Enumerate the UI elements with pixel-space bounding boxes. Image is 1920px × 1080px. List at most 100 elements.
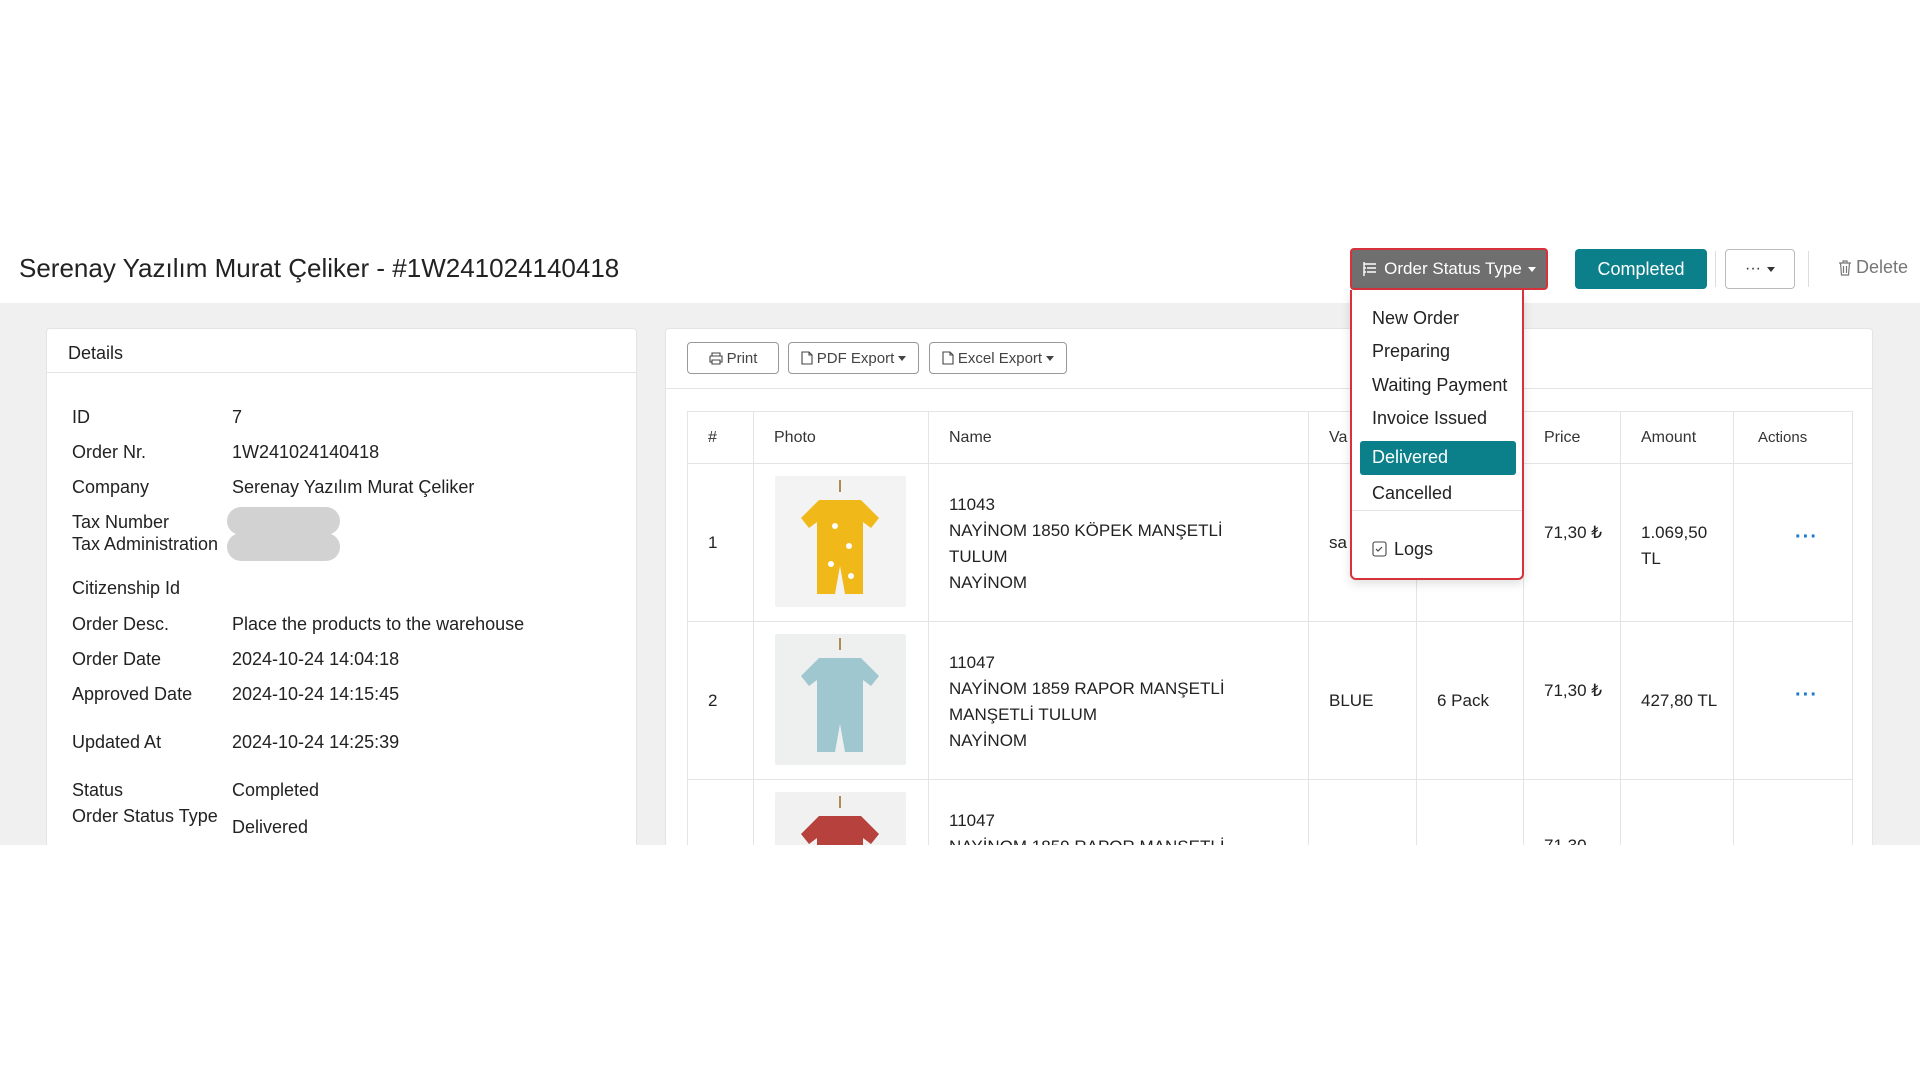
redacted-value [227, 533, 340, 561]
romper-image [801, 796, 879, 845]
col-header-name: Name [949, 429, 992, 446]
product-photo [775, 792, 906, 845]
detail-value: Delivered [232, 817, 309, 837]
detail-key: Tax Administration [72, 534, 219, 554]
order-status-type-button[interactable]: Order Status Type [1350, 248, 1548, 290]
product-amount: 427,80 TL [1641, 691, 1718, 710]
menu-item-logs[interactable]: Logs [1360, 532, 1516, 566]
menu-item-invoice-issued[interactable]: Invoice Issued [1360, 402, 1516, 436]
product-name: NAYİNOM 1859 RAPOR MANŞETLİ [949, 834, 1225, 845]
column-divider [753, 412, 754, 845]
detail-key: Status [72, 780, 124, 800]
detail-value: 7 [232, 407, 243, 427]
detail-value: Serenay Yazılım Murat Çeliker [232, 477, 475, 497]
column-divider [928, 412, 929, 845]
product-name-cell: 11043 NAYİNOM 1850 KÖPEK MANŞETLİ TULUM … [949, 492, 1249, 621]
menu-item-waiting-payment[interactable]: Waiting Payment [1360, 369, 1516, 403]
col-header-price: Price [1544, 429, 1581, 446]
product-code: 11047 [949, 653, 996, 672]
table-row: 2 11047 NAYİNOM 1859 RAPOR MANŞETLİ MANŞ… [688, 622, 1852, 780]
product-name-cell: 11047 NAYİNOM 1859 RAPOR MANŞETLİ [949, 808, 1225, 845]
pdf-export-label: PDF Export [816, 349, 895, 367]
product-pack: 6 Pack [1437, 691, 1489, 710]
detail-key: Tax Number [72, 512, 170, 532]
row-number: 1 [708, 533, 718, 552]
order-items-table: # Photo Name Va Price Amount Actions 1 1… [687, 411, 1853, 845]
product-brand: NAYİNOM [949, 731, 1028, 750]
printer-icon [709, 351, 723, 365]
more-actions-button[interactable]: ··· [1725, 249, 1795, 289]
col-header-variant: Va [1329, 429, 1348, 446]
pdf-export-button[interactable]: PDF Export [788, 342, 919, 374]
product-name: NAYİNOM 1859 RAPOR MANŞETLİ MANŞETLİ TUL… [949, 679, 1225, 724]
excel-export-button[interactable]: Excel Export [929, 342, 1067, 374]
col-header-amount: Amount [1641, 429, 1697, 446]
product-variant: sa [1329, 533, 1347, 552]
redacted-value [227, 507, 340, 535]
detail-key: Approved Date [72, 684, 193, 704]
order-items-card: Print PDF Export Excel Export # Photo Na… [665, 328, 1873, 845]
order-status-dropdown: New Order Preparing Waiting Payment Invo… [1350, 290, 1524, 580]
table-row: 1 11043 NAYİNOM 1850 KÖPEK MANŞETLİ TULU… [688, 464, 1852, 622]
row-actions-menu[interactable]: ··· [1795, 684, 1818, 779]
product-code: 11047 [949, 811, 996, 830]
detail-key: Order Desc. [72, 614, 170, 634]
order-status-type-label: Order Status Type [1384, 259, 1522, 278]
detail-value: 2024-10-24 14:04:18 [232, 649, 400, 669]
product-price: 71,30 ₺ [1544, 681, 1603, 700]
detail-key: ID [72, 407, 90, 427]
product-photo [775, 476, 906, 607]
excel-export-label: Excel Export [957, 349, 1043, 367]
chevron-down-icon [1046, 355, 1055, 361]
page-header: Serenay Yazılım Murat Çeliker - #1W24102… [0, 231, 1920, 303]
detail-value: Place the products to the warehouse [232, 614, 525, 634]
pdf-file-icon [801, 351, 813, 365]
print-button[interactable]: Print [687, 342, 779, 374]
file-icon [942, 351, 954, 365]
delete-button[interactable]: Delete [1838, 257, 1908, 278]
detail-key: Order Nr. [72, 442, 147, 462]
menu-item-delivered[interactable]: Delivered [1360, 441, 1516, 475]
table-row: 11047 NAYİNOM 1859 RAPOR MANŞETLİ 71,30 [688, 780, 1852, 845]
menu-item-new-order[interactable]: New Order [1360, 302, 1516, 336]
product-price: 71,30 [1544, 836, 1587, 845]
detail-key: Citizenship Id [72, 578, 181, 598]
table-header-row: # Photo Name Va Price Amount Actions [688, 412, 1852, 464]
product-name: NAYİNOM 1850 KÖPEK MANŞETLİ TULUM [949, 521, 1223, 566]
detail-key: Updated At [72, 732, 162, 752]
details-card: Details ID 7 Order Nr. 1W241024140418 Co… [46, 328, 637, 845]
divider [1808, 251, 1809, 287]
product-photo [775, 634, 906, 765]
completed-button[interactable]: Completed [1575, 249, 1707, 289]
detail-key: Company [72, 477, 150, 497]
column-divider [1620, 412, 1621, 845]
print-label: Print [726, 349, 758, 367]
detail-value: 1W241024140418 [232, 442, 380, 462]
col-header-actions: Actions [1758, 429, 1808, 446]
column-divider [1308, 412, 1309, 845]
romper-image [801, 480, 879, 594]
product-brand: NAYİNOM [949, 573, 1028, 592]
product-amount: 1.069,50 TL [1641, 523, 1708, 568]
logs-label: Logs [1394, 538, 1434, 559]
detail-key: Order Date [72, 649, 162, 669]
divider [1715, 251, 1716, 287]
product-name-cell: 11047 NAYİNOM 1859 RAPOR MANŞETLİ MANŞET… [949, 650, 1249, 779]
col-header-photo: Photo [774, 429, 816, 446]
col-header-num: # [708, 429, 717, 446]
product-price: 71,30 ₺ [1544, 523, 1603, 542]
product-variant: BLUE [1329, 691, 1374, 710]
page-title: Serenay Yazılım Murat Çeliker - #1W24102… [19, 253, 620, 283]
row-actions-menu[interactable]: ··· [1795, 526, 1818, 621]
menu-item-cancelled[interactable]: Cancelled [1360, 477, 1516, 511]
detail-value: Completed [232, 780, 320, 800]
detail-value: 2024-10-24 14:25:39 [232, 732, 400, 752]
chevron-down-icon [898, 355, 907, 361]
ellipsis-icon: ··· [1745, 260, 1761, 277]
page-viewport: Serenay Yazılım Murat Çeliker - #1W24102… [0, 231, 1920, 845]
trash-icon [1839, 259, 1851, 276]
detail-value: 2024-10-24 14:15:45 [232, 684, 400, 704]
checklist-icon [1372, 541, 1387, 557]
menu-item-preparing[interactable]: Preparing [1360, 335, 1516, 369]
list-tree-icon [1363, 262, 1377, 276]
